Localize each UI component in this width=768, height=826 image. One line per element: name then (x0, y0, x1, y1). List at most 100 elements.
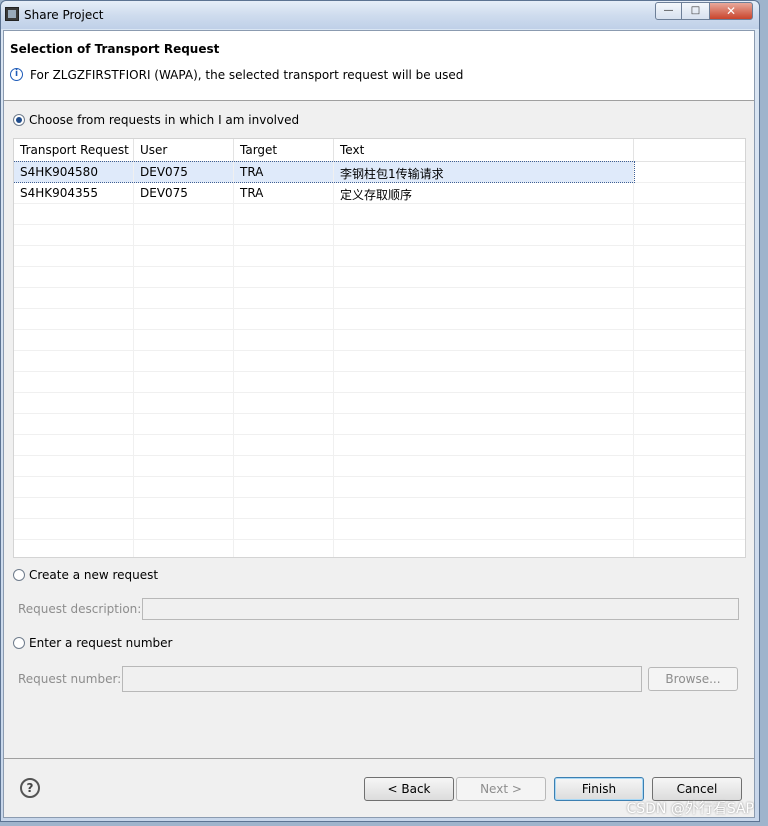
empty-cell (134, 204, 234, 224)
empty-table-row (14, 414, 745, 435)
empty-cell (134, 519, 234, 539)
cell-text: 李钢柱包1传输请求 (334, 162, 634, 182)
window-title: Share Project (24, 8, 104, 22)
empty-cell (334, 540, 634, 557)
empty-cell (134, 456, 234, 476)
empty-cell (234, 519, 334, 539)
empty-cell (634, 288, 745, 308)
empty-table-row (14, 435, 745, 456)
empty-cell (234, 204, 334, 224)
request-description-field[interactable] (142, 598, 739, 620)
empty-table-row (14, 288, 745, 309)
dialog-body: Selection of Transport Request i For ZLG… (3, 30, 755, 818)
column-header-transport-request[interactable]: Transport Request (14, 139, 134, 161)
empty-cell (134, 414, 234, 434)
empty-cell (634, 540, 745, 557)
column-header-target[interactable]: Target (234, 139, 334, 161)
table-row[interactable]: S4HK904355 DEV075 TRA 定义存取顺序 (14, 183, 745, 204)
empty-cell (334, 435, 634, 455)
title-bar[interactable]: Share Project — □ ✕ (1, 1, 759, 29)
browse-button[interactable]: Browse... (648, 667, 738, 691)
empty-cell (634, 309, 745, 329)
empty-table-row (14, 309, 745, 330)
empty-cell (334, 288, 634, 308)
empty-cell (634, 393, 745, 413)
column-header-text[interactable]: Text (334, 139, 634, 161)
empty-cell (334, 456, 634, 476)
selected-row-highlight: S4HK904580 DEV075 TRA 李钢柱包1传输请求 (14, 161, 635, 183)
empty-cell (334, 225, 634, 245)
empty-cell (634, 330, 745, 350)
choose-requests-option[interactable]: Choose from requests in which I am invol… (13, 113, 299, 127)
column-header-user[interactable]: User (134, 139, 234, 161)
empty-table-row (14, 477, 745, 498)
empty-cell (334, 204, 634, 224)
empty-cell (334, 267, 634, 287)
cell-target: TRA (234, 183, 334, 203)
empty-table-row (14, 267, 745, 288)
empty-cell (634, 225, 745, 245)
empty-cell (134, 309, 234, 329)
wizard-header: Selection of Transport Request i For ZLG… (4, 31, 754, 101)
minimize-icon[interactable]: — (655, 2, 682, 20)
create-request-option[interactable]: Create a new request (13, 568, 158, 582)
empty-table-row (14, 225, 745, 246)
empty-cell (134, 267, 234, 287)
transport-request-table[interactable]: Transport Request User Target Text S4HK9… (13, 138, 746, 558)
empty-cell (634, 477, 745, 497)
empty-cell (634, 498, 745, 518)
empty-cell (234, 246, 334, 266)
empty-cell (634, 456, 745, 476)
enter-request-option[interactable]: Enter a request number (13, 636, 172, 650)
empty-cell (334, 372, 634, 392)
empty-cell (334, 351, 634, 371)
table-row[interactable]: S4HK904580 DEV075 TRA 李钢柱包1传输请求 (14, 161, 745, 183)
empty-cell (14, 540, 134, 557)
empty-cell (234, 540, 334, 557)
empty-cell (234, 372, 334, 392)
next-button[interactable]: Next > (456, 777, 546, 801)
empty-cell (14, 246, 134, 266)
cell-filler (634, 183, 745, 203)
empty-cell (134, 225, 234, 245)
cell-target: TRA (234, 162, 334, 182)
empty-cell (334, 393, 634, 413)
empty-cell (634, 267, 745, 287)
empty-cell (334, 330, 634, 350)
empty-cell (14, 204, 134, 224)
enter-request-radio[interactable] (13, 637, 25, 649)
empty-cell (234, 351, 334, 371)
empty-table-row (14, 393, 745, 414)
help-icon[interactable]: ? (20, 778, 40, 798)
empty-cell (14, 309, 134, 329)
empty-cell (634, 204, 745, 224)
empty-cell (234, 393, 334, 413)
empty-rows (14, 204, 745, 557)
page-title: Selection of Transport Request (10, 42, 220, 56)
choose-requests-label: Choose from requests in which I am invol… (29, 113, 300, 127)
request-number-field[interactable] (122, 666, 642, 692)
empty-cell (234, 309, 334, 329)
back-button[interactable]: < Back (364, 777, 454, 801)
empty-cell (14, 372, 134, 392)
empty-cell (14, 225, 134, 245)
empty-table-row (14, 498, 745, 519)
empty-cell (134, 330, 234, 350)
close-icon[interactable]: ✕ (709, 2, 753, 20)
cell-user: DEV075 (134, 183, 234, 203)
footer-divider (4, 758, 754, 759)
maximize-icon[interactable]: □ (682, 2, 709, 20)
info-icon: i (10, 68, 23, 81)
empty-cell (134, 540, 234, 557)
request-description-label: Request description: (18, 602, 142, 616)
column-header-filler (634, 139, 745, 161)
create-request-radio[interactable] (13, 569, 25, 581)
empty-table-row (14, 372, 745, 393)
empty-cell (14, 393, 134, 413)
choose-requests-radio[interactable] (13, 114, 25, 126)
empty-cell (14, 477, 134, 497)
empty-cell (234, 498, 334, 518)
empty-cell (14, 498, 134, 518)
empty-cell (14, 288, 134, 308)
enter-request-label: Enter a request number (29, 636, 173, 650)
